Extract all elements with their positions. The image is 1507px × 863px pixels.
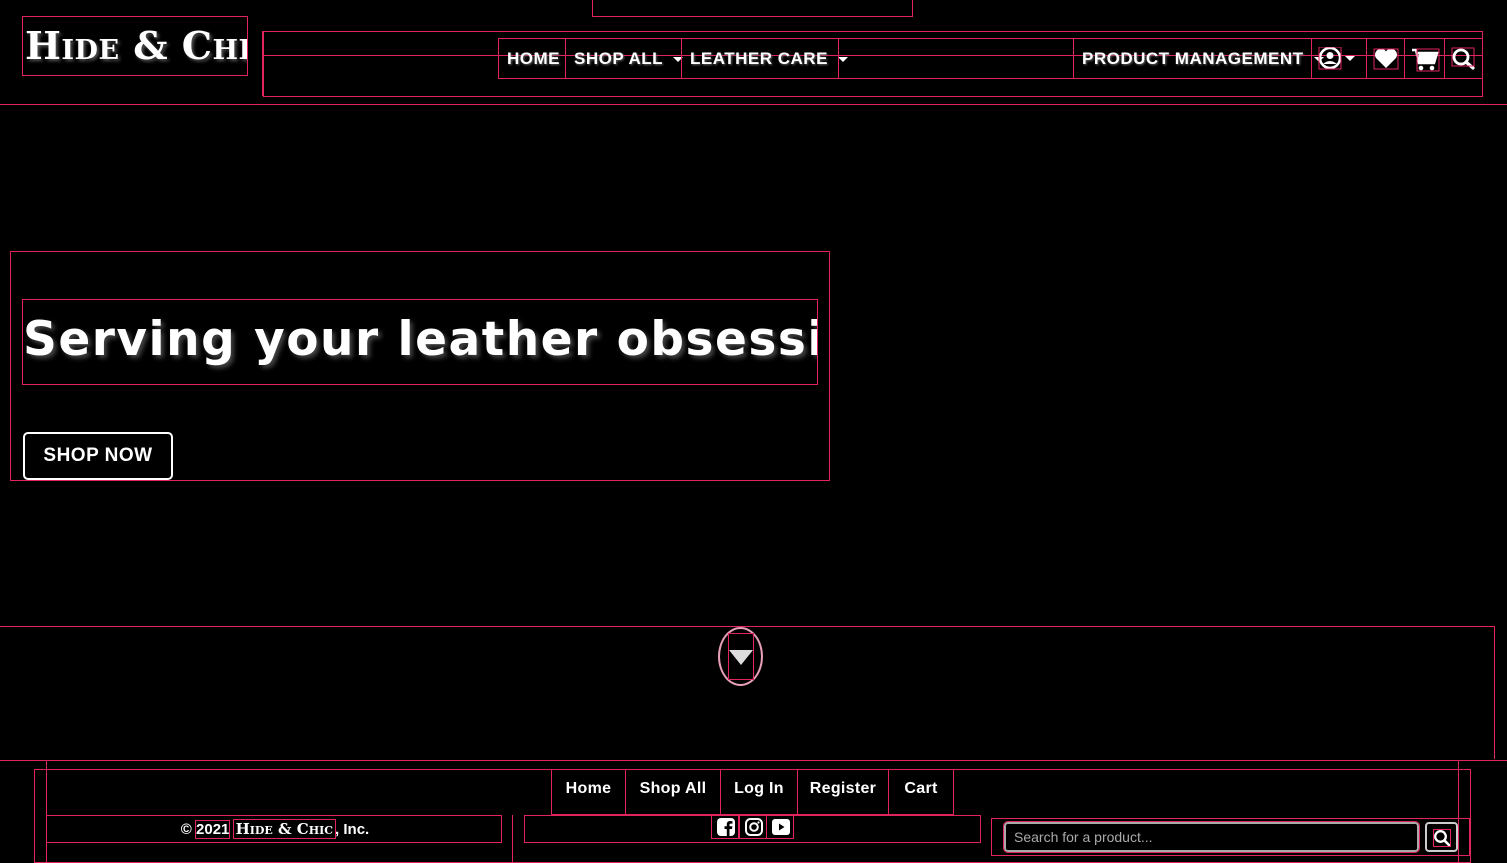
footer-link-shop-all[interactable]: Shop All	[625, 769, 721, 815]
nav-shop-all-label: SHOP ALL	[574, 49, 664, 68]
nav-shop-all[interactable]: SHOP ALL	[565, 38, 684, 79]
footer-link-home[interactable]: Home	[551, 769, 626, 815]
wishlist-button[interactable]	[1366, 38, 1405, 79]
youtube-link[interactable]	[766, 814, 794, 839]
youtube-icon	[772, 819, 790, 835]
top-banner	[592, 0, 913, 17]
instagram-link[interactable]	[739, 814, 767, 839]
caret-down-icon	[729, 650, 753, 665]
footer-link-register[interactable]: Register	[797, 769, 889, 815]
product-search-input[interactable]	[1003, 821, 1420, 853]
copyright-symbol: ©	[180, 821, 197, 838]
heart-icon	[1373, 48, 1399, 70]
nav-leather-care-label: LEATHER CARE	[690, 49, 828, 68]
search-submit-button[interactable]	[1425, 822, 1458, 852]
copyright-text: © 2021 Hide & Chic, Inc.	[47, 819, 503, 839]
user-icon	[1318, 47, 1355, 70]
instagram-icon	[745, 818, 763, 836]
nav-home[interactable]: HOME	[498, 38, 566, 79]
search-toggle[interactable]	[1444, 38, 1483, 79]
search-icon	[1433, 829, 1451, 847]
copyright-cell: © 2021 Hide & Chic, Inc.	[46, 815, 502, 843]
cart-icon	[1412, 48, 1440, 72]
nav-spacer	[838, 38, 1074, 79]
nav-home-label: HOME	[507, 49, 560, 68]
scroll-down-button[interactable]	[718, 627, 763, 686]
copyright-brand: Hide & Chic	[232, 819, 337, 839]
facebook-icon	[717, 818, 735, 836]
cart-button[interactable]	[1404, 38, 1445, 79]
nav-product-management-label: PRODUCT MANAGEMENT	[1082, 49, 1304, 68]
account-menu[interactable]	[1311, 38, 1367, 79]
footer-link-log-in[interactable]: Log In	[720, 769, 798, 815]
nav-product-management[interactable]: PRODUCT MANAGEMENT	[1073, 38, 1324, 79]
shop-now-button[interactable]: SHOP NOW	[23, 432, 173, 480]
copyright-suffix: , Inc.	[335, 821, 370, 838]
copyright-year: 2021	[195, 820, 231, 839]
nav-leather-care[interactable]: LEATHER CARE	[681, 38, 848, 79]
search-icon	[1451, 47, 1475, 70]
hero-title: Serving your leather obsession...	[22, 299, 818, 385]
brand-logo[interactable]: Hide & Chic	[22, 16, 248, 76]
facebook-link[interactable]	[711, 814, 739, 839]
footer-link-cart[interactable]: Cart	[888, 769, 954, 815]
